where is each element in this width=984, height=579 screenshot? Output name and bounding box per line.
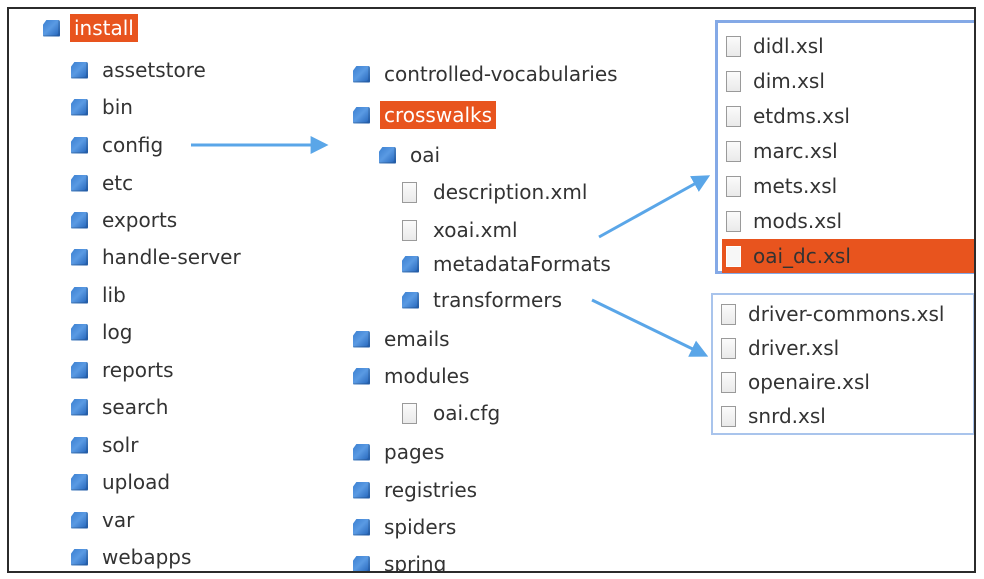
connector-arrows [191, 136, 711, 357]
diagram-frame: install assetstore bin config etc export… [7, 7, 976, 573]
arrow-metadataformats-to-panel [598, 175, 711, 239]
arrow-transformers-to-panel [591, 298, 709, 357]
